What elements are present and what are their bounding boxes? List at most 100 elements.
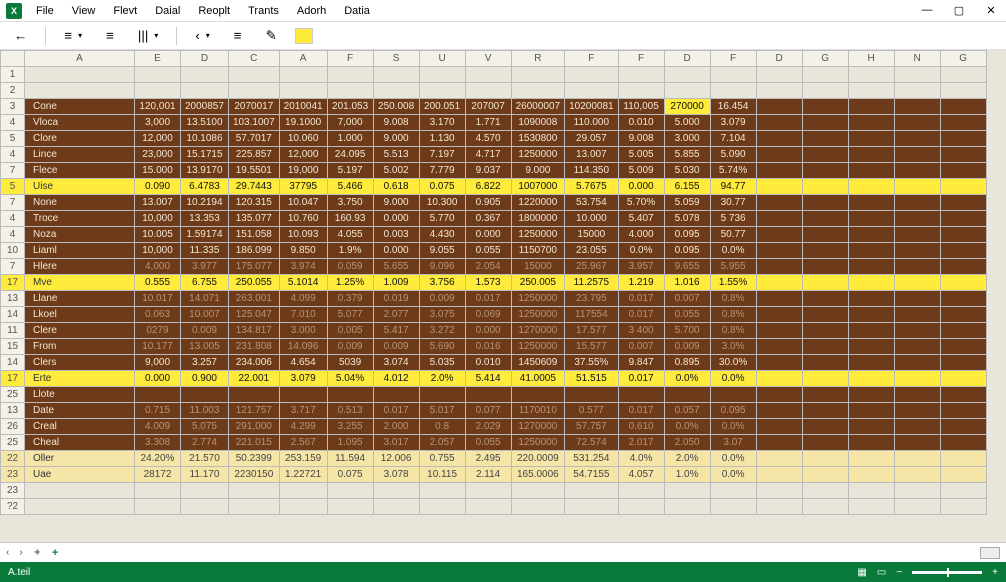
data-cell[interactable]: 2070017 <box>228 99 279 115</box>
empty-cell[interactable] <box>848 259 894 275</box>
data-cell[interactable] <box>419 387 465 403</box>
empty-cell[interactable] <box>940 451 986 467</box>
empty-cell[interactable] <box>894 83 940 99</box>
data-cell[interactable]: 5.002 <box>373 163 419 179</box>
highlight-color-button[interactable] <box>295 28 313 44</box>
data-cell[interactable]: 0.009 <box>181 323 229 339</box>
empty-cell[interactable] <box>802 291 848 307</box>
data-cell[interactable] <box>710 83 756 99</box>
data-cell[interactable]: 5.955 <box>710 259 756 275</box>
data-cell[interactable]: 1.9% <box>327 243 373 259</box>
data-cell[interactable]: 0.055 <box>465 243 511 259</box>
row-header[interactable]: 3 <box>1 99 25 115</box>
row-header[interactable]: 13 <box>1 403 25 419</box>
data-cell[interactable]: 0.016 <box>465 339 511 355</box>
data-cell[interactable]: 37.55% <box>565 355 619 371</box>
col-header[interactable]: D <box>664 51 710 67</box>
data-cell[interactable]: 3 400 <box>618 323 664 339</box>
data-cell[interactable] <box>664 387 710 403</box>
data-cell[interactable]: 1530800 <box>511 131 565 147</box>
empty-cell[interactable] <box>802 371 848 387</box>
empty-cell[interactable] <box>940 467 986 483</box>
data-cell[interactable]: 30.0% <box>710 355 756 371</box>
data-cell[interactable]: 4.717 <box>465 147 511 163</box>
tab-prev-icon[interactable]: ‹ <box>6 547 9 558</box>
empty-cell[interactable] <box>756 179 802 195</box>
empty-cell[interactable] <box>940 291 986 307</box>
empty-cell[interactable] <box>848 355 894 371</box>
data-cell[interactable]: 0.009 <box>327 339 373 355</box>
data-cell[interactable]: 1250000 <box>511 339 565 355</box>
row-header[interactable]: 4 <box>1 115 25 131</box>
empty-cell[interactable] <box>940 259 986 275</box>
data-cell[interactable]: 3.079 <box>710 115 756 131</box>
data-cell[interactable]: 51.515 <box>565 371 619 387</box>
data-cell[interactable]: 1.009 <box>373 275 419 291</box>
empty-cell[interactable] <box>940 339 986 355</box>
empty-cell[interactable] <box>894 147 940 163</box>
empty-cell[interactable] <box>894 115 940 131</box>
data-cell[interactable]: 0.010 <box>618 115 664 131</box>
col-header[interactable]: C <box>228 51 279 67</box>
data-cell[interactable]: 50.77 <box>710 227 756 243</box>
data-cell[interactable]: 9.055 <box>419 243 465 259</box>
data-cell[interactable]: 0.900 <box>181 371 229 387</box>
data-cell[interactable]: 0.019 <box>373 291 419 307</box>
data-cell[interactable]: 0.075 <box>419 179 465 195</box>
data-cell[interactable]: 3.974 <box>279 259 327 275</box>
edit-button[interactable]: ✎ <box>260 26 283 46</box>
empty-cell[interactable] <box>894 227 940 243</box>
data-cell[interactable]: 5.700 <box>664 323 710 339</box>
data-cell[interactable]: 10,000 <box>135 211 181 227</box>
empty-cell[interactable] <box>894 275 940 291</box>
data-cell[interactable]: 5.655 <box>373 259 419 275</box>
data-cell[interactable] <box>228 83 279 99</box>
data-cell[interactable]: 1250000 <box>511 435 565 451</box>
row-label-cell[interactable] <box>25 483 135 499</box>
data-cell[interactable]: 0.0% <box>710 451 756 467</box>
data-cell[interactable]: 207007 <box>465 99 511 115</box>
empty-cell[interactable] <box>802 67 848 83</box>
data-cell[interactable]: 9.008 <box>373 115 419 131</box>
data-cell[interactable]: 175.077 <box>228 259 279 275</box>
data-cell[interactable] <box>135 83 181 99</box>
col-header[interactable]: E <box>135 51 181 67</box>
row-label-cell[interactable]: Llane <box>25 291 135 307</box>
empty-cell[interactable] <box>894 499 940 515</box>
data-cell[interactable]: 3.074 <box>373 355 419 371</box>
empty-cell[interactable] <box>756 147 802 163</box>
data-cell[interactable]: 10,000 <box>135 243 181 259</box>
data-cell[interactable]: 0.905 <box>465 195 511 211</box>
data-cell[interactable]: 23.055 <box>565 243 619 259</box>
data-cell[interactable]: 10.1086 <box>181 131 229 147</box>
empty-cell[interactable] <box>756 371 802 387</box>
data-cell[interactable]: 5039 <box>327 355 373 371</box>
data-cell[interactable]: 5.513 <box>373 147 419 163</box>
data-cell[interactable]: 15.1715 <box>181 147 229 163</box>
data-cell[interactable]: 1150700 <box>511 243 565 259</box>
data-cell[interactable]: 4.009 <box>135 419 181 435</box>
row-header[interactable]: 14 <box>1 307 25 323</box>
data-cell[interactable]: 0.8% <box>710 323 756 339</box>
empty-cell[interactable] <box>802 163 848 179</box>
empty-cell[interactable] <box>894 355 940 371</box>
data-cell[interactable]: 6.155 <box>664 179 710 195</box>
data-cell[interactable]: 2.029 <box>465 419 511 435</box>
data-cell[interactable]: 0.069 <box>465 307 511 323</box>
data-cell[interactable]: 26000007 <box>511 99 565 115</box>
data-cell[interactable]: 10.2194 <box>181 195 229 211</box>
data-cell[interactable]: 10.017 <box>135 291 181 307</box>
data-cell[interactable]: 200.051 <box>419 99 465 115</box>
data-cell[interactable]: 3.000 <box>664 131 710 147</box>
data-cell[interactable] <box>181 483 229 499</box>
col-header[interactable]: V <box>465 51 511 67</box>
data-cell[interactable]: 0.017 <box>373 403 419 419</box>
empty-cell[interactable] <box>802 435 848 451</box>
empty-cell[interactable] <box>848 307 894 323</box>
data-cell[interactable] <box>135 67 181 83</box>
empty-cell[interactable] <box>802 387 848 403</box>
row-label-cell[interactable]: Flece <box>25 163 135 179</box>
data-cell[interactable]: 125.047 <box>228 307 279 323</box>
data-cell[interactable] <box>565 499 619 515</box>
row-label-cell[interactable]: Uae <box>25 467 135 483</box>
